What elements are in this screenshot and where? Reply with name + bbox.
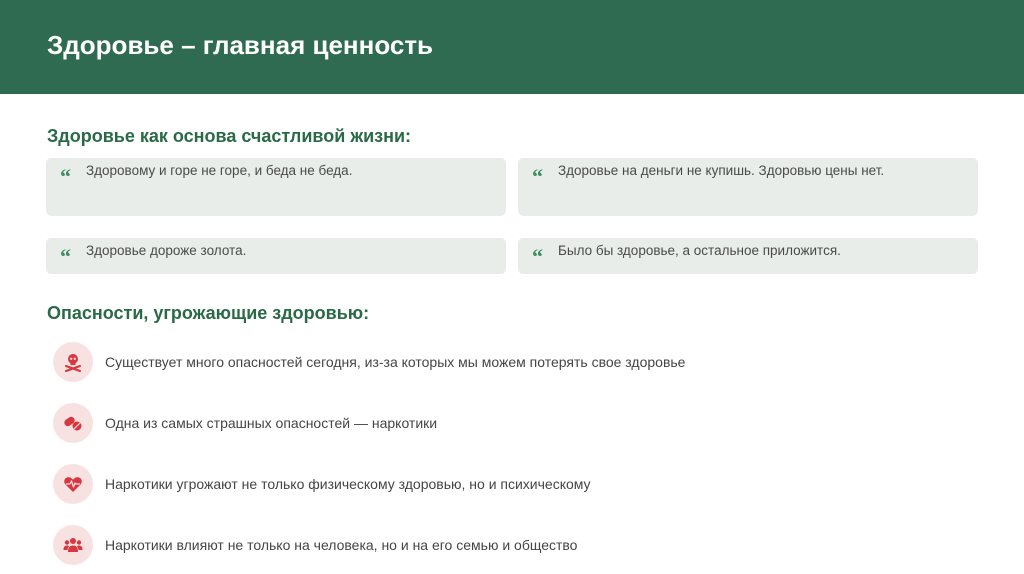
quote-card: “ Здоровье на деньги не купишь. Здоровью… — [518, 158, 978, 216]
quote-icon: “ — [60, 244, 71, 269]
quote-text: Здоровье дороже золота. — [86, 243, 247, 258]
skull-crossbones-icon — [53, 342, 93, 382]
quote-card: “ Здоровье дороже золота. — [46, 238, 506, 274]
danger-item: Наркотики угрожают не только физическому… — [53, 464, 953, 504]
danger-text: Одна из самых страшных опасностей — нарк… — [105, 415, 438, 431]
quote-text: Здоровье на деньги не купишь. Здоровью ц… — [558, 163, 885, 178]
quote-text: Здоровому и горе не горе, и беда не беда… — [86, 163, 353, 178]
danger-text: Существует много опасностей сегодня, из-… — [105, 354, 686, 370]
quote-card: “ Было бы здоровье, а остальное приложит… — [518, 238, 978, 274]
section-title-dangers: Опасности, угрожающие здоровью: — [47, 303, 370, 323]
quote-icon: “ — [532, 164, 543, 189]
danger-text: Наркотики влияют не только на человека, … — [105, 537, 578, 553]
quote-icon: “ — [60, 164, 71, 189]
quote-text: Было бы здоровье, а остальное приложится… — [558, 243, 841, 258]
danger-item: Одна из самых страшных опасностей — нарк… — [53, 403, 953, 443]
danger-item: Наркотики влияют не только на человека, … — [53, 525, 953, 565]
heart-pulse-icon — [53, 464, 93, 504]
danger-item: Существует много опасностей сегодня, из-… — [53, 342, 953, 382]
page-title: Здоровье – главная ценность — [47, 30, 434, 60]
section-title-health: Здоровье как основа счастливой жизни: — [47, 126, 412, 146]
danger-text: Наркотики угрожают не только физическому… — [105, 476, 591, 492]
quote-icon: “ — [532, 244, 543, 269]
people-group-icon — [53, 525, 93, 565]
header-bar: Здоровье – главная ценность — [0, 0, 1024, 94]
quote-card: “ Здоровому и горе не горе, и беда не бе… — [46, 158, 506, 216]
pills-icon — [53, 403, 93, 443]
